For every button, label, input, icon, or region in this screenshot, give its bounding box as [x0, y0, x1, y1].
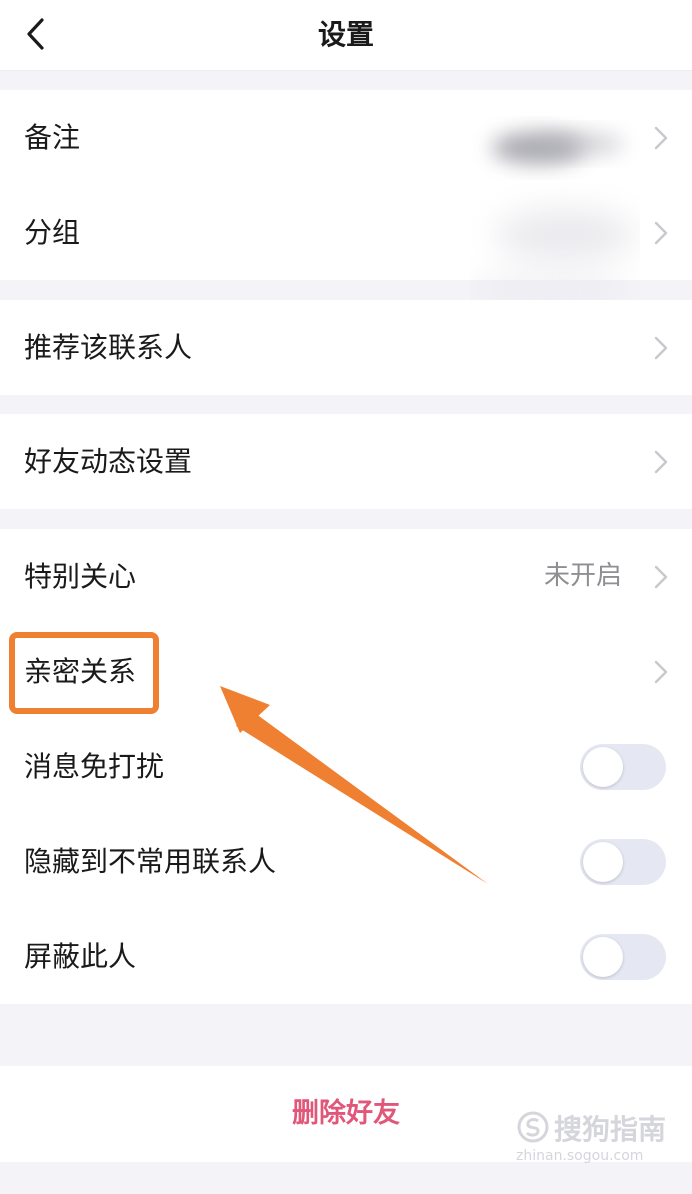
- row-label: 消息免打扰: [24, 750, 165, 783]
- settings-group-3: 好友动态设置: [0, 414, 692, 509]
- settings-group-4: 特别关心 未开启 亲密关系 消息免打扰 隐藏到不常用联系人 屏蔽此人: [0, 529, 692, 1004]
- row-friend-feed-settings[interactable]: 好友动态设置: [0, 414, 692, 509]
- row-label: 备注: [24, 121, 81, 154]
- row-label: 特别关心: [24, 560, 137, 593]
- chevron-right-icon: [654, 126, 668, 150]
- row-hide-to-infrequent: 隐藏到不常用联系人: [0, 814, 692, 909]
- block-person-toggle[interactable]: [580, 934, 666, 980]
- row-remark[interactable]: 备注: [0, 90, 692, 185]
- row-do-not-disturb: 消息免打扰: [0, 719, 692, 814]
- do-not-disturb-toggle[interactable]: [580, 744, 666, 790]
- chevron-right-icon: [654, 565, 668, 589]
- chevron-right-icon: [654, 660, 668, 684]
- page-title: 设置: [317, 18, 374, 51]
- toggle-knob: [583, 937, 623, 977]
- settings-group-2: 推荐该联系人: [0, 300, 692, 395]
- row-label: 隐藏到不常用联系人: [24, 845, 277, 878]
- chevron-right-icon: [654, 450, 668, 474]
- row-intimate-relationship[interactable]: 亲密关系: [0, 624, 692, 719]
- row-recommend-contact[interactable]: 推荐该联系人: [0, 300, 692, 395]
- row-label: 分组: [24, 216, 81, 249]
- row-label: 屏蔽此人: [24, 940, 137, 973]
- settings-group-1: 备注 分组: [0, 90, 692, 280]
- delete-friend-label: 删除好友: [292, 1098, 400, 1129]
- row-label: 好友动态设置: [24, 445, 193, 478]
- chevron-right-icon: [654, 221, 668, 245]
- toggle-knob: [583, 842, 623, 882]
- row-label: 亲密关系: [24, 655, 137, 688]
- toggle-knob: [583, 747, 623, 787]
- delete-friend-button[interactable]: 删除好友: [0, 1066, 692, 1162]
- chevron-right-icon: [654, 336, 668, 360]
- special-care-status: 未开启: [543, 561, 622, 591]
- nav-bar: 设置: [0, 0, 692, 71]
- row-special-care[interactable]: 特别关心 未开启: [0, 529, 692, 624]
- row-group[interactable]: 分组: [0, 185, 692, 280]
- hide-infrequent-toggle[interactable]: [580, 839, 666, 885]
- row-block-person: 屏蔽此人: [0, 909, 692, 1004]
- row-label: 推荐该联系人: [24, 331, 193, 364]
